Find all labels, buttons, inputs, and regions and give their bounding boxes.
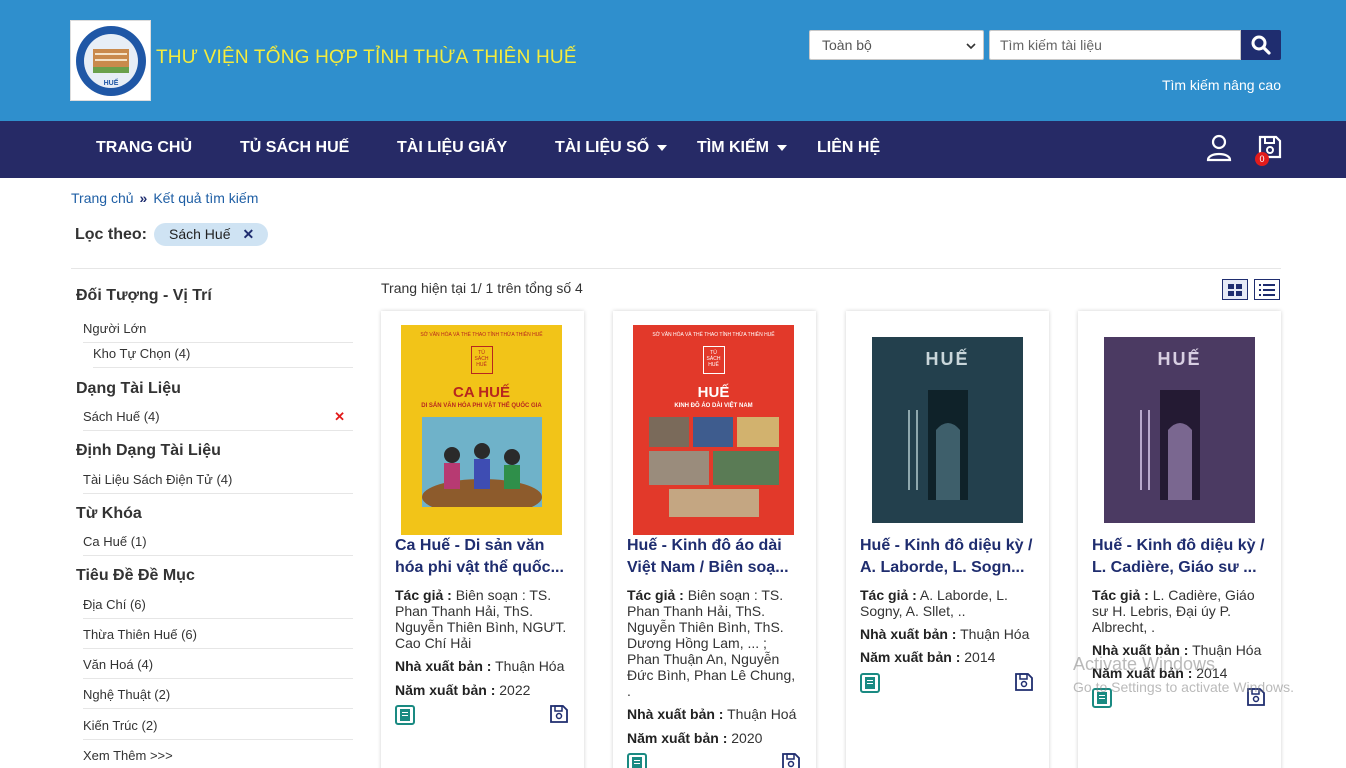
facet-title: Dạng Tài Liệu <box>76 380 181 397</box>
facet-title: Định Dạng Tài Liệu <box>76 442 221 459</box>
facet-title: Tiêu Đề Đề Mục <box>76 567 195 584</box>
ebook-icon[interactable] <box>627 753 647 768</box>
book-cover[interactable]: SỞ VĂN HÓA VÀ THỂ THAO TỈNH THỪA THIÊN H… <box>401 325 562 535</box>
breadcrumb-current[interactable]: Kết quả tìm kiếm <box>153 190 258 206</box>
book-authors: Tác giả : Biên soạn : TS. Phan Thanh Hải… <box>627 587 796 699</box>
divider <box>71 268 1281 269</box>
facet-item[interactable]: Kiến Trúc (2) <box>83 718 353 740</box>
remove-filter-icon[interactable]: ✕ <box>242 226 254 246</box>
cover-gate-illustration <box>907 390 968 500</box>
facet-item-selected[interactable]: Sách Huế (4) ✕ <box>83 409 353 431</box>
facet-item[interactable]: Văn Hoá (4) <box>83 657 353 679</box>
show-more-link[interactable]: Xem Thêm >>> <box>83 748 173 763</box>
caret-down-icon <box>777 145 787 151</box>
site-title[interactable]: THƯ VIỆN TỔNG HỢP TỈNH THỪA THIÊN HUẾ <box>156 47 577 69</box>
save-icon[interactable] <box>781 752 801 768</box>
facet-item[interactable]: Người Lớn <box>83 321 353 343</box>
search-input[interactable]: Tìm kiếm tài liệu <box>989 30 1241 60</box>
list-view-button[interactable] <box>1254 279 1280 300</box>
nav-contact[interactable]: LIÊN HỆ <box>817 139 880 157</box>
save-icon[interactable] <box>549 704 569 724</box>
book-title[interactable]: Ca Huế - Di sản văn hóa phi vật thể quốc… <box>395 535 573 579</box>
book-publisher: Nhà xuất bản : Thuận Hóa <box>860 626 1030 642</box>
nav-digital-documents[interactable]: TÀI LIỆU SỐ <box>555 139 668 157</box>
book-authors: Tác giả : L. Cadière, Giáo sư H. Lebris,… <box>1092 587 1255 635</box>
book-year: Năm xuất bản : 2014 <box>860 649 996 665</box>
library-logo[interactable]: HUẾ <box>70 20 151 101</box>
user-icon[interactable] <box>1206 134 1232 162</box>
facet-title: Từ Khóa <box>76 505 142 522</box>
header: HUẾ THƯ VIỆN TỔNG HỢP TỈNH THỪA THIÊN HU… <box>0 0 1346 121</box>
facet-item[interactable]: Ca Huế (1) <box>83 534 353 556</box>
book-year: Năm xuất bản : 2020 <box>627 730 763 746</box>
remove-facet-icon[interactable]: ✕ <box>334 409 345 425</box>
facet-item[interactable]: Nghệ Thuật (2) <box>83 687 353 709</box>
windows-activation-watermark: Activate Windows Go to Settings to activ… <box>1073 654 1294 695</box>
nav-search[interactable]: TÌM KIẾM <box>697 139 787 157</box>
saved-count-badge: 0 <box>1255 152 1269 166</box>
book-card[interactable]: HUẾ Huế - Kinh đô diệu kỳ / A. Laborde, … <box>846 311 1049 768</box>
advanced-search-link[interactable]: Tìm kiếm nâng cao <box>1162 77 1281 93</box>
search-icon <box>1251 35 1271 55</box>
nav-home[interactable]: TRANG CHỦ <box>96 139 192 157</box>
breadcrumb-home[interactable]: Trang chủ <box>71 190 134 206</box>
ebook-icon[interactable] <box>395 705 415 725</box>
book-year: Năm xuất bản : 2022 <box>395 682 531 698</box>
facet-item[interactable]: Kho Tự Chọn (4) <box>93 346 353 368</box>
breadcrumb: Trang chủ » Kết quả tìm kiếm <box>71 190 258 206</box>
ebook-icon[interactable] <box>860 673 880 693</box>
facet-item[interactable]: Địa Chí (6) <box>83 597 353 619</box>
book-cover[interactable]: SỞ VĂN HÓA VÀ THỂ THAO TỈNH THỪA THIÊN H… <box>633 325 794 535</box>
search-button[interactable] <box>1241 30 1281 60</box>
book-authors: Tác giả : A. Laborde, L. Sogny, A. Sllet… <box>860 587 1008 619</box>
main-nav: TRANG CHỦ TỦ SÁCH HUẾ TÀI LIỆU GIẤY TÀI … <box>0 121 1346 178</box>
search-scope-select[interactable]: Toàn bộ <box>809 30 984 60</box>
book-card[interactable]: HUẾ Huế - Kinh đô diệu kỳ / L. Cadière, … <box>1078 311 1281 768</box>
chevron-down-icon <box>966 43 976 50</box>
book-card[interactable]: SỞ VĂN HÓA VÀ THỂ THAO TỈNH THỪA THIÊN H… <box>613 311 816 768</box>
grid-icon <box>1228 283 1242 296</box>
book-cover[interactable]: HUẾ <box>872 337 1023 523</box>
facet-item[interactable]: Tài Liệu Sách Điện Tử (4) <box>83 472 353 494</box>
active-filter-chip[interactable]: Sách Huế ✕ <box>154 223 269 246</box>
nav-hue-bookshelf[interactable]: TỦ SÁCH HUẾ <box>240 139 349 157</box>
book-publisher: Nhà xuất bản : Thuận Hoá <box>627 706 797 722</box>
caret-down-icon <box>657 145 668 151</box>
page-info: Trang hiện tại 1/ 1 trên tổng số 4 <box>381 280 583 296</box>
facet-item[interactable]: Thừa Thiên Huế (6) <box>83 627 353 649</box>
search-placeholder: Tìm kiếm tài liệu <box>1000 37 1102 53</box>
grid-view-button[interactable] <box>1222 279 1248 300</box>
save-icon[interactable] <box>1014 672 1034 692</box>
cover-gate-illustration <box>1139 390 1200 500</box>
book-authors: Tác giả : Biên soạn : TS. Phan Thanh Hải… <box>395 587 567 651</box>
filter-label: Lọc theo: <box>75 226 147 243</box>
book-card[interactable]: SỞ VĂN HÓA VÀ THỂ THAO TỈNH THỪA THIÊN H… <box>381 311 584 768</box>
book-title[interactable]: Huế - Kinh đô diệu kỳ / L. Cadière, Giáo… <box>1092 535 1270 579</box>
book-title[interactable]: Huế - Kinh đô áo dài Việt Nam / Biên soạ… <box>627 535 805 579</box>
cover-illustration <box>421 417 542 507</box>
search-scope-value: Toàn bộ <box>822 37 872 53</box>
breadcrumb-separator: » <box>139 190 148 206</box>
book-title[interactable]: Huế - Kinh đô diệu kỳ / A. Laborde, L. S… <box>860 535 1038 579</box>
list-icon <box>1259 283 1275 296</box>
nav-print-documents[interactable]: TÀI LIỆU GIẤY <box>397 139 507 157</box>
facet-title: Đối Tượng - Vị Trí <box>76 287 212 304</box>
book-cover[interactable]: HUẾ <box>1104 337 1255 523</box>
cover-photo-collage <box>648 417 779 517</box>
filter-chip-label: Sách Huế <box>169 226 231 242</box>
book-publisher: Nhà xuất bản : Thuận Hóa <box>395 658 565 674</box>
